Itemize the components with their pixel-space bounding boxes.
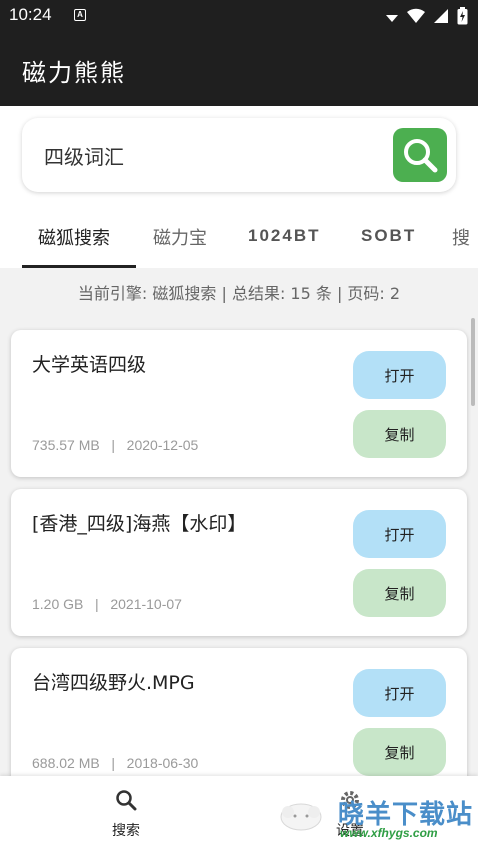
tab-indicator (22, 265, 136, 268)
notification-icon: A (74, 9, 86, 21)
status-bar: 10:24 A (0, 0, 478, 32)
app-bar: 磁力熊熊 (0, 32, 478, 106)
result-title: [香港_四级]海燕【水印】 (32, 513, 247, 535)
watermark-url: www.xfhygs.com (340, 826, 438, 840)
app-title: 磁力熊熊 (22, 59, 126, 87)
tab-sobt[interactable]: SOBT (361, 226, 416, 246)
result-card: 台湾四级野火.MPG 688.02 MB | 2018-06-30 打开 复制 (11, 648, 467, 795)
result-card: 大学英语四级 735.57 MB | 2020-12-05 打开 复制 (11, 330, 467, 477)
tab-cilibao[interactable]: 磁力宝 (153, 224, 207, 250)
wifi-icon (407, 8, 425, 23)
open-button[interactable]: 打开 (353, 510, 446, 558)
result-card: [香港_四级]海燕【水印】 1.20 GB | 2021-10-07 打开 复制 (11, 489, 467, 636)
result-title: 台湾四级野火.MPG (32, 672, 195, 694)
copy-button[interactable]: 复制 (353, 728, 446, 776)
result-meta: 735.57 MB | 2020-12-05 (32, 437, 199, 453)
search-icon (404, 139, 438, 173)
open-button[interactable]: 打开 (353, 351, 446, 399)
scrollbar[interactable] (471, 318, 475, 406)
battery-icon (457, 7, 468, 25)
sheep-logo-icon (280, 803, 322, 831)
result-title: 大学英语四级 (32, 354, 147, 376)
watermark: 晓羊下载站 www.xfhygs.com (276, 790, 476, 845)
tab-more[interactable]: 搜 (452, 224, 470, 250)
copy-button[interactable]: 复制 (353, 410, 446, 458)
tab-1024bt[interactable]: 1024BT (248, 226, 320, 246)
status-icons (385, 7, 468, 25)
search-info: 当前引擎: 磁狐搜索 | 总结果: 15 条 | 页码: 2 (77, 284, 401, 303)
tab-cihu[interactable]: 磁狐搜索 (38, 224, 110, 250)
search-button[interactable] (393, 128, 447, 182)
signal-icon (386, 15, 398, 22)
result-meta: 688.02 MB | 2018-06-30 (32, 755, 199, 771)
search-icon (116, 790, 137, 811)
copy-button[interactable]: 复制 (353, 569, 446, 617)
result-meta: 1.20 GB | 2021-10-07 (32, 596, 182, 612)
engine-tabs: 磁狐搜索 磁力宝 1024BT SOBT 搜 (0, 212, 478, 268)
open-button[interactable]: 打开 (353, 669, 446, 717)
search-area: 磁狐搜索 磁力宝 1024BT SOBT 搜 (0, 106, 478, 268)
nav-item-search[interactable]: 搜索 (76, 788, 176, 840)
cell-signal-icon (434, 9, 448, 23)
status-time: 10:24 (9, 5, 52, 24)
search-input[interactable] (44, 140, 384, 170)
search-card (22, 118, 456, 192)
nav-label-search: 搜索 (112, 823, 140, 839)
